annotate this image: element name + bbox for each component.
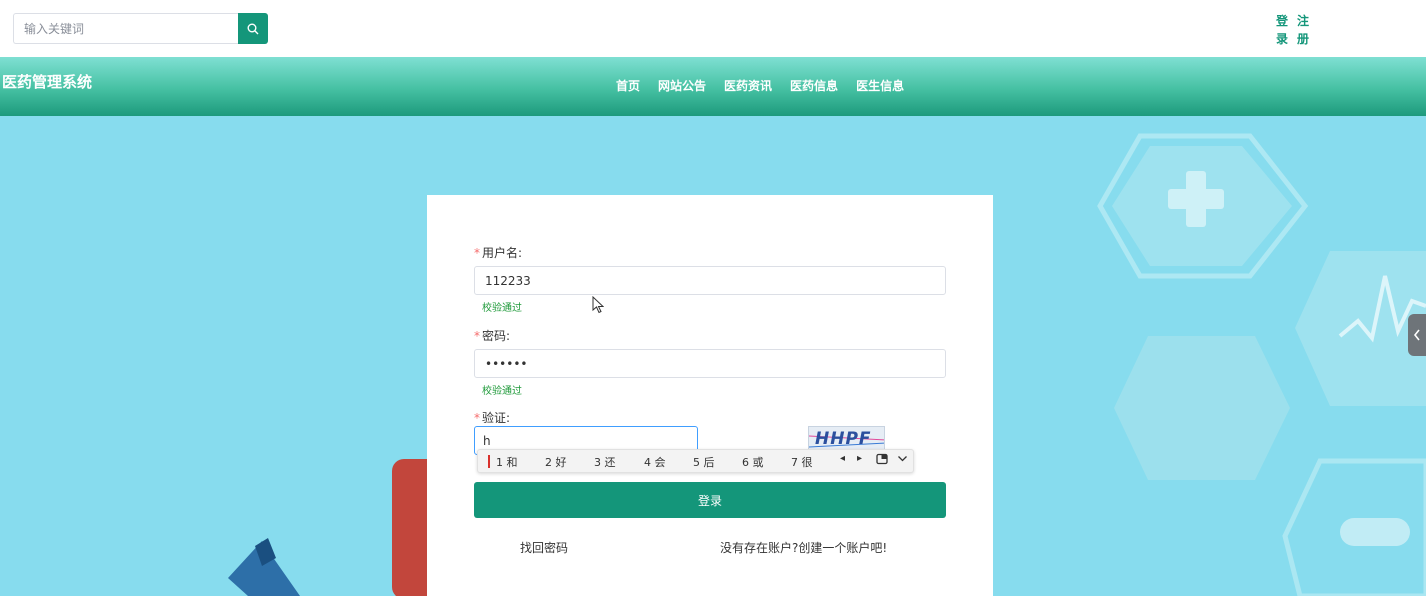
- ime-candidate[interactable]: 5 后: [693, 454, 715, 470]
- password-label-text: 密码:: [482, 329, 511, 343]
- username-label-text: 用户名:: [482, 246, 523, 260]
- ime-prev-icon[interactable]: ◂: [840, 453, 845, 464]
- nav-bar: 医药管理系统 首页 网站公告 医药资讯 医药信息 医生信息: [0, 57, 1426, 116]
- ime-candidate[interactable]: 1 和: [496, 454, 518, 470]
- search-box: [13, 13, 268, 44]
- chevron-left-icon: [1413, 329, 1420, 341]
- search-icon: [247, 23, 259, 34]
- nav-item-medicine-info[interactable]: 医药信息: [790, 77, 838, 94]
- forgot-password-link[interactable]: 找回密码: [520, 539, 568, 556]
- login-card: *用户名: 校验通过 *密码: 校验通过 *验证: HHPF 1 和 2 好 3…: [427, 195, 993, 596]
- search-button[interactable]: [238, 13, 268, 44]
- ime-candidate[interactable]: 2 好: [545, 454, 567, 470]
- main-background: *用户名: 校验通过 *密码: 校验通过 *验证: HHPF 1 和 2 好 3…: [0, 116, 1426, 596]
- ime-next-icon[interactable]: ▸: [857, 453, 862, 464]
- password-input[interactable]: [474, 349, 946, 378]
- ime-candidate[interactable]: 6 或: [742, 454, 764, 470]
- create-account-link[interactable]: 没有存在账户?创建一个账户吧!: [720, 539, 887, 556]
- ime-candidate[interactable]: 3 还: [594, 454, 616, 470]
- top-bar: 登录 注册: [0, 0, 1426, 57]
- pulse-hexagon: [1295, 251, 1426, 406]
- ime-expand-icon[interactable]: [897, 453, 908, 467]
- nav-item-announcements[interactable]: 网站公告: [658, 77, 706, 94]
- side-collapse-tab[interactable]: [1408, 314, 1426, 356]
- captcha-text: HHPF: [815, 429, 872, 449]
- nav-item-medical-news[interactable]: 医药资讯: [724, 77, 772, 94]
- username-label: * 用户名:: [474, 246, 523, 260]
- register-link[interactable]: 注册: [1297, 12, 1311, 48]
- password-label: * 密码:: [474, 329, 511, 343]
- captcha-label: * 验证:: [474, 411, 511, 425]
- search-input[interactable]: [13, 13, 238, 44]
- nav-item-doctor-info[interactable]: 医生信息: [856, 77, 904, 94]
- ime-caret: [488, 455, 490, 468]
- username-input[interactable]: [474, 266, 946, 295]
- pill-icon: [1340, 518, 1410, 546]
- mouse-cursor-icon: [592, 296, 604, 314]
- ime-toolbox-icon[interactable]: [876, 453, 888, 468]
- ime-candidate[interactable]: 4 会: [644, 454, 666, 470]
- login-link[interactable]: 登录: [1276, 12, 1290, 48]
- ime-candidate[interactable]: 7 很: [791, 454, 813, 470]
- main-nav: 首页 网站公告 医药资讯 医药信息 医生信息: [616, 77, 904, 94]
- nav-item-home[interactable]: 首页: [616, 77, 640, 94]
- plain-hexagon: [1114, 336, 1290, 480]
- login-button[interactable]: 登录: [474, 482, 946, 518]
- captcha-label-text: 验证:: [482, 411, 511, 425]
- site-brand: 医药管理系统: [2, 73, 93, 91]
- password-validation: 校验通过: [482, 386, 522, 397]
- username-validation: 校验通过: [482, 303, 522, 314]
- ime-candidate-bar: 1 和 2 好 3 还 4 会 5 后 6 或 7 很 ◂ ▸: [477, 449, 914, 473]
